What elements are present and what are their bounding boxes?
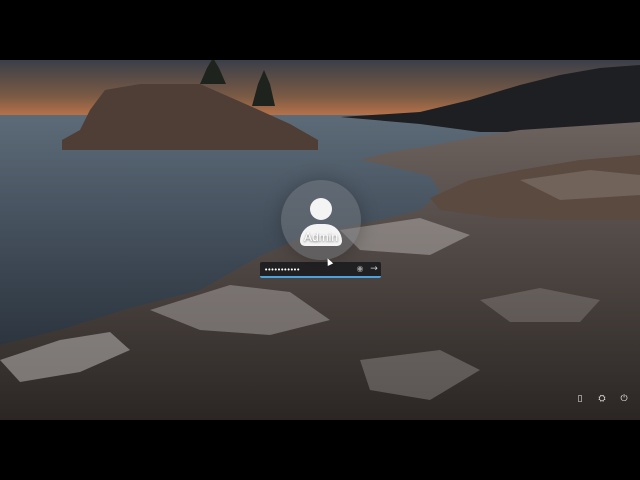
eye-icon[interactable]: ◉ [355,264,365,274]
password-box[interactable]: ◉ → [260,262,381,278]
network-icon[interactable]: ▯ [574,393,586,405]
letterbox-top [0,0,640,60]
lock-screen: Admin ◉ → ▯ ⛭ ⏻ [0,60,640,420]
submit-arrow-icon[interactable]: → [368,263,380,275]
user-avatar-head [310,198,332,220]
password-input[interactable] [262,263,356,276]
username-label: Admin [303,230,338,244]
power-icon[interactable]: ⏻ [618,393,630,405]
accessibility-icon[interactable]: ⛭ [596,393,608,405]
user-avatar [281,180,361,260]
corner-icons: ▯ ⛭ ⏻ [574,393,630,405]
letterbox-bottom [0,420,640,480]
